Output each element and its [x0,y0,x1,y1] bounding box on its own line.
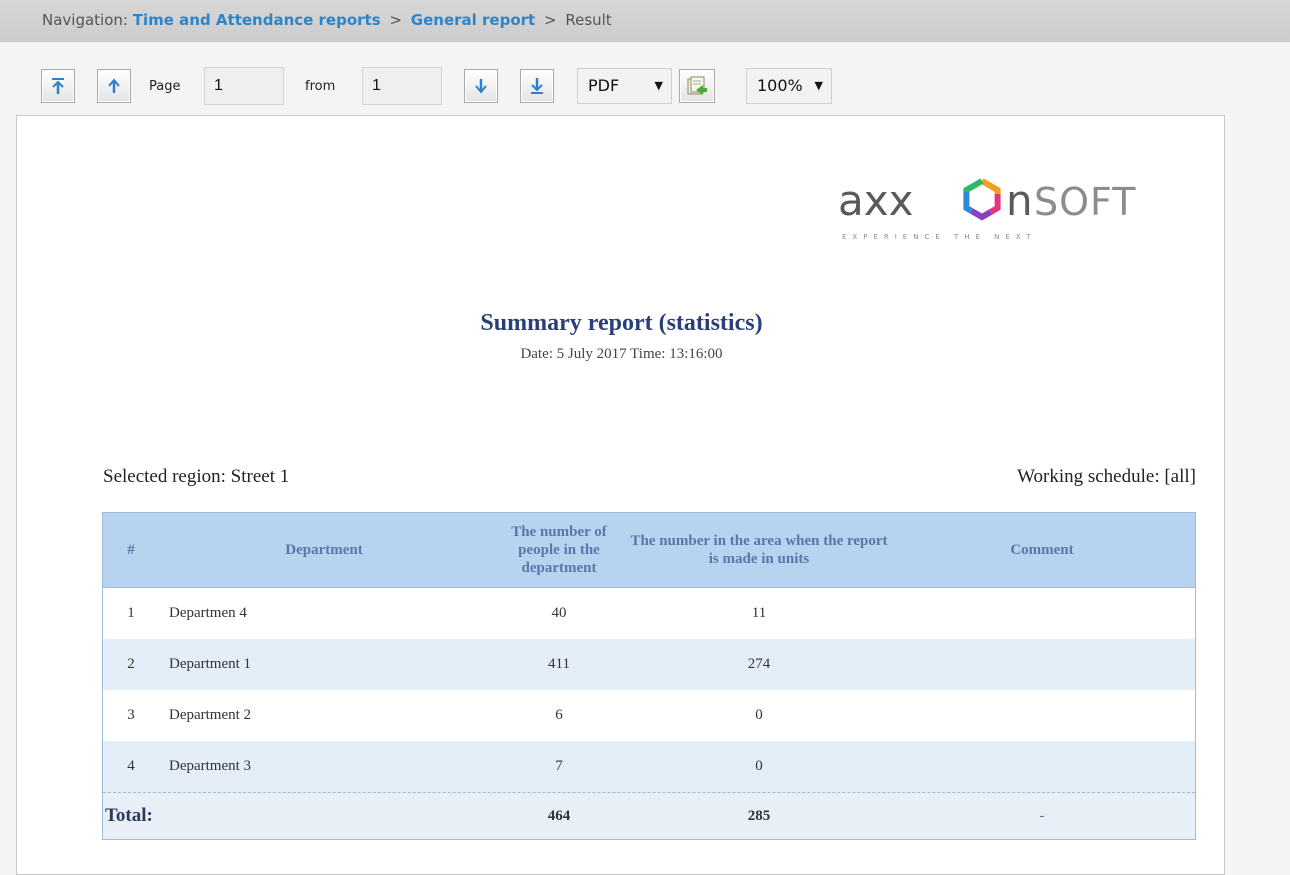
export-format-select[interactable]: PDF ▼ [577,68,672,104]
total-label: Total: [105,805,153,826]
zoom-value: 100% [757,76,803,95]
report-date: Date: 5 July 2017 Time: 13:16:00 [520,346,723,362]
cell-in-area: 274 [747,656,771,672]
chevron-down-icon: ▼ [654,79,663,92]
svg-text:axx: axx [838,176,913,225]
total-pages-field: 1 [362,67,442,105]
cell-comment [889,588,1195,639]
export-button[interactable] [679,69,715,103]
table-row: 2 Department 1 411 274 [103,639,1195,690]
navigation-prefix: Navigation: [42,11,128,29]
export-icon [687,76,707,95]
cell-number: 4 [127,758,135,774]
first-page-button[interactable] [41,69,75,103]
report-page: axx n SOFT EXPERIENCE THE NEXT Summary r… [16,115,1225,875]
last-page-button[interactable] [520,69,554,103]
total-people: 464 [547,807,571,824]
report-toolbar: Page 1 from 1 PDF ▼ 100% ▼ [0,43,1290,113]
breadcrumb-separator: > [543,11,557,29]
cell-people: 6 [555,707,563,723]
summary-table: # Department The number of people in the… [102,512,1196,840]
header-number: # [127,542,135,558]
chevron-down-icon: ▼ [814,79,823,92]
from-label: from [305,79,336,94]
report-title: Summary report (statistics) [480,310,763,336]
cell-comment [889,741,1195,792]
svg-text:SOFT: SOFT [1034,180,1136,224]
first-page-icon [52,78,64,94]
header-comment: Comment [1010,542,1074,558]
breadcrumb-time-attendance-reports[interactable]: Time and Attendance reports [133,11,381,29]
table-row: 1 Departmen 4 40 11 [103,588,1195,639]
table-total-row: Total: 464 285 - [103,792,1195,839]
breadcrumb-separator: > [389,11,403,29]
cell-number: 1 [127,605,135,621]
cell-number: 3 [127,707,135,723]
total-comment: - [1039,807,1045,824]
cell-department: Department 3 [169,758,252,774]
working-schedule: Working schedule: [all] [1017,466,1196,487]
last-page-icon [531,78,543,94]
header-department: Department [285,542,363,558]
cell-department: Department 1 [169,656,252,672]
cell-number: 2 [127,656,135,672]
breadcrumb-current: Result [565,11,612,29]
cell-people: 7 [555,758,563,774]
table-row: 3 Department 2 6 0 [103,690,1195,741]
navigation-bar: Navigation: Time and Attendance reports … [0,0,1290,42]
total-in-area: 285 [747,807,771,824]
zoom-select[interactable]: 100% ▼ [746,68,832,104]
cell-in-area: 0 [755,758,763,774]
selected-region: Selected region: Street 1 [103,466,290,487]
cell-people: 40 [551,605,567,621]
cell-department: Department 2 [169,707,252,723]
export-format-value: PDF [588,76,620,95]
table-header: # Department The number of people in the… [103,513,1195,588]
svg-text:EXPERIENCE THE NEXT: EXPERIENCE THE NEXT [842,233,1037,241]
page-number-input[interactable]: 1 [204,67,284,105]
svg-text:n: n [1006,176,1033,225]
cell-in-area: 0 [755,707,763,723]
breadcrumb-general-report[interactable]: General report [411,11,535,29]
next-page-button[interactable] [464,69,498,103]
table-row: 4 Department 3 7 0 [103,741,1195,792]
cell-comment [889,639,1195,690]
axxonsoft-logo: axx n SOFT EXPERIENCE THE NEXT [824,163,1164,243]
logo-graphic: axx n SOFT EXPERIENCE THE NEXT [838,176,1136,241]
header-in-area: The number in the area when the report i… [630,533,888,567]
previous-page-button[interactable] [97,69,131,103]
cell-people: 411 [548,656,570,672]
cell-in-area: 11 [751,605,767,621]
next-page-icon [475,79,487,94]
page-label: Page [149,79,181,94]
header-people: The number of people in the department [511,524,607,576]
cell-comment [889,690,1195,741]
previous-page-icon [108,78,120,93]
cell-department: Departmen 4 [169,605,247,621]
